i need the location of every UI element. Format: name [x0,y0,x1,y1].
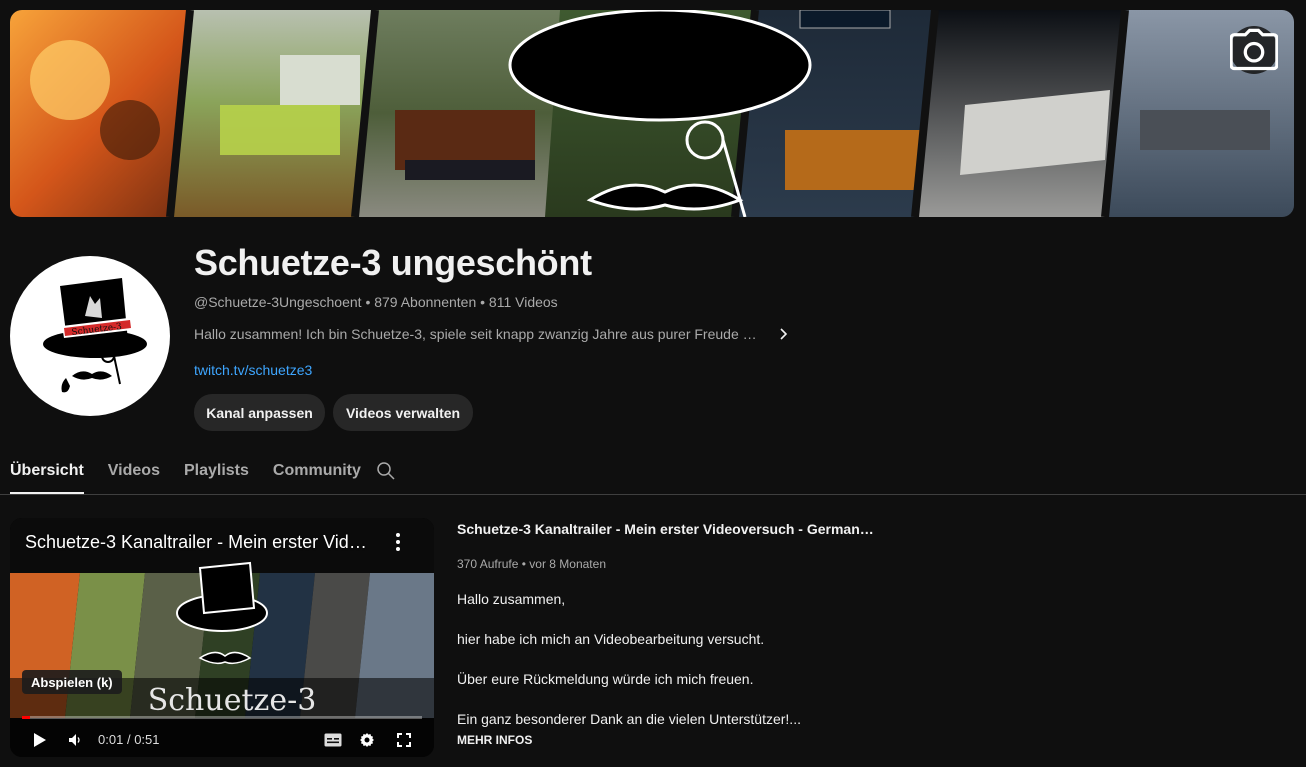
channel-name: Schuetze-3 ungeschönt [194,242,592,283]
meta-separator: • [365,294,375,310]
description-line: Ein ganz besonderer Dank an die vielen U… [457,711,801,727]
channel-banner [10,10,1294,217]
tab-playlists[interactable]: Playlists [184,450,249,494]
more-info-link[interactable]: MEHR INFOS [457,733,532,747]
camera-icon [1230,28,1278,71]
channel-description-text: Hallo zusammen! Ich bin Schuetze-3, spie… [194,326,764,342]
volume-icon [69,734,80,746]
play-tooltip: Abspielen (k) [22,670,122,694]
mute-button[interactable] [65,728,85,752]
settings-button[interactable] [356,728,378,752]
chevron-right-icon [780,328,788,340]
description-line: Über eure Rückmeldung würde ich mich fre… [457,671,754,687]
fullscreen-icon [397,733,411,747]
progress-bar[interactable] [22,716,422,719]
view-count: 370 Aufrufe [457,557,519,571]
tabs-divider [0,494,1306,495]
fullscreen-button[interactable] [393,728,415,752]
customize-channel-button[interactable]: Kanal anpassen [194,394,325,431]
player-title[interactable]: Schuetze-3 Kanaltrailer - Mein erster Vi… [25,532,375,553]
subscriber-count: 879 Abonnenten [374,294,477,310]
subtitles-icon [324,733,342,747]
tab-videos[interactable]: Videos [108,450,160,494]
channel-avatar[interactable]: Schuetze-3 [10,256,170,416]
video-meta: 370 Aufrufe • vor 8 Monaten [457,557,606,571]
avatar-top-hat-logo: Schuetze-3 [43,278,147,393]
description-line: Hallo zusammen, [457,591,566,607]
edit-banner-button[interactable] [1230,26,1278,74]
channel-handle: @Schuetze-3Ungeschoent [194,294,362,310]
tab-community[interactable]: Community [273,450,361,494]
tab-overview[interactable]: Übersicht [10,450,84,494]
video-thumbnail: Schuetze-3 [10,518,434,757]
time-current: 0:01 [98,732,124,747]
upload-age: vor 8 Monaten [529,557,606,571]
play-icon [34,733,46,747]
more-vert-icon[interactable] [388,530,408,554]
time-display: 0:01 / 0:51 [98,732,160,747]
channel-meta: @Schuetze-3Ungeschoent • 879 Abonnenten … [194,294,558,310]
time-separator: / [126,732,131,747]
video-count: 811 Videos [488,294,558,310]
time-total: 0:51 [134,732,160,747]
manage-videos-button[interactable]: Videos verwalten [333,394,473,431]
thumbnail-channel-text: Schuetze-3 [148,683,317,718]
channel-link[interactable]: twitch.tv/schuetze3 [194,362,312,378]
channel-tabs: Übersicht Videos Playlists Community [10,450,385,494]
meta-separator: • [480,294,489,310]
search-icon[interactable] [376,461,396,481]
progress-bar-fill [22,716,30,719]
subtitles-button[interactable] [322,728,344,752]
description-line: hier habe ich mich an Videobearbeitung v… [457,631,765,647]
banner-image [10,10,1294,217]
video-title[interactable]: Schuetze-3 Kanaltrailer - Mein erster Vi… [457,521,877,537]
channel-description[interactable]: Hallo zusammen! Ich bin Schuetze-3, spie… [194,326,794,342]
play-button[interactable] [30,728,50,752]
video-player[interactable]: Schuetze-3 Schuetze-3 Kanaltrailer - Mei… [10,518,434,757]
gear-icon [360,733,374,747]
